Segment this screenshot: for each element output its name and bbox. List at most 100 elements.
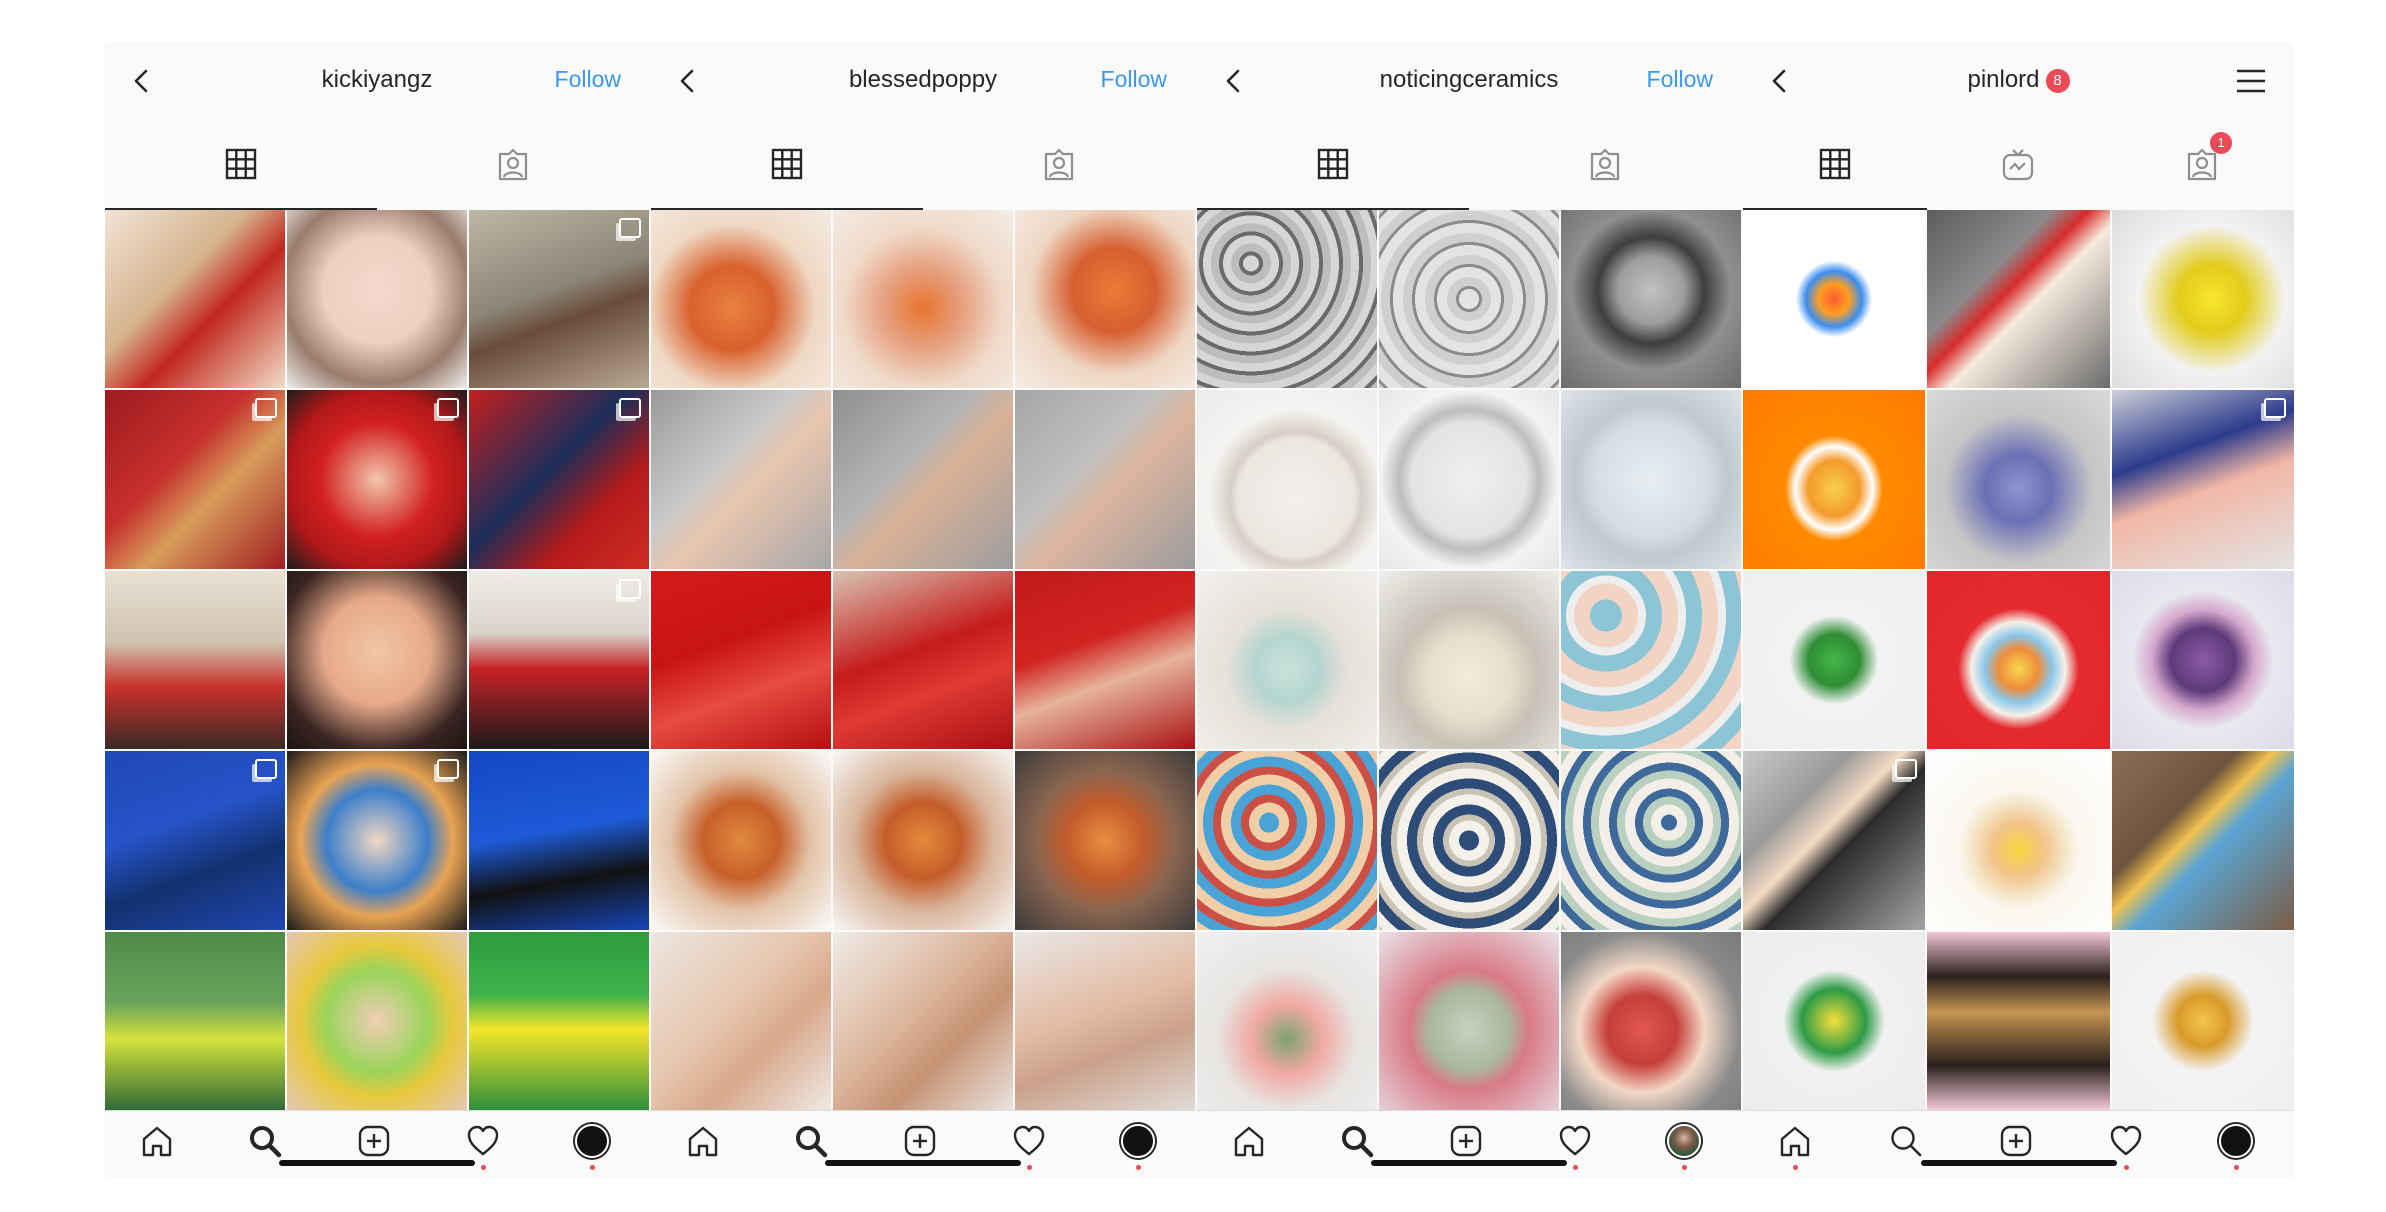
post-thumbnail[interactable] <box>1561 751 1741 930</box>
nav-profile[interactable] <box>2218 1123 2254 1170</box>
post-thumbnail[interactable] <box>1561 390 1741 569</box>
tab-tagged[interactable] <box>377 120 649 210</box>
post-thumbnail[interactable] <box>651 931 831 1110</box>
nav-add[interactable] <box>902 1123 938 1159</box>
follow-button[interactable]: Follow <box>1101 66 1167 93</box>
post-thumbnail[interactable] <box>1015 390 1195 569</box>
nav-activity[interactable] <box>1011 1123 1047 1170</box>
hamburger-menu-icon[interactable] <box>2236 68 2266 94</box>
post-thumbnail[interactable] <box>1197 210 1377 389</box>
post-thumbnail[interactable] <box>2111 210 2294 389</box>
nav-search[interactable] <box>247 1123 283 1159</box>
tab-grid[interactable] <box>651 120 923 210</box>
post-thumbnail[interactable] <box>1927 390 2110 569</box>
post-thumbnail[interactable] <box>105 390 285 569</box>
follow-button[interactable]: Follow <box>1647 66 1713 93</box>
nav-home[interactable] <box>1777 1123 1813 1170</box>
nav-profile[interactable] <box>1120 1123 1156 1170</box>
post-thumbnail[interactable] <box>833 751 1013 930</box>
post-thumbnail[interactable] <box>1927 570 2110 750</box>
post-thumbnail[interactable] <box>651 570 831 750</box>
post-thumbnail[interactable] <box>833 210 1013 389</box>
post-thumbnail[interactable] <box>1743 570 1926 750</box>
nav-activity[interactable] <box>465 1123 501 1170</box>
post-thumbnail[interactable] <box>833 931 1013 1110</box>
post-thumbnail[interactable] <box>833 390 1013 569</box>
post-thumbnail[interactable] <box>1015 931 1195 1110</box>
follow-button[interactable]: Follow <box>555 66 621 93</box>
post-thumbnail[interactable] <box>1015 751 1195 930</box>
nav-add[interactable] <box>356 1123 392 1159</box>
nav-add[interactable] <box>1448 1123 1484 1159</box>
tab-grid[interactable] <box>1743 120 1927 210</box>
post-thumbnail[interactable] <box>1927 931 2110 1110</box>
nav-home[interactable] <box>1231 1123 1267 1159</box>
nav-activity[interactable] <box>1557 1123 1593 1170</box>
post-thumbnail[interactable] <box>1197 751 1377 930</box>
tab-grid[interactable] <box>1197 120 1469 210</box>
multi-photo-icon <box>619 578 641 599</box>
post-thumbnail[interactable] <box>105 210 285 389</box>
post-thumbnail[interactable] <box>1561 931 1741 1110</box>
post-thumbnail[interactable] <box>1379 210 1559 389</box>
post-thumbnail[interactable] <box>1561 570 1741 750</box>
nav-home[interactable] <box>685 1123 721 1159</box>
post-thumbnail[interactable] <box>651 210 831 389</box>
tab-tagged[interactable]: 1 <box>2110 120 2294 210</box>
username-text: kickiyangz <box>321 66 433 93</box>
post-thumbnail[interactable] <box>1015 210 1195 389</box>
post-thumbnail[interactable] <box>1927 751 2110 930</box>
profile-tabs: 1 <box>1743 120 2294 210</box>
post-thumbnail[interactable] <box>1743 931 1926 1110</box>
post-thumbnail[interactable] <box>469 570 649 750</box>
post-thumbnail[interactable] <box>1743 210 1926 389</box>
post-thumbnail[interactable] <box>287 570 467 750</box>
post-thumbnail[interactable] <box>1743 390 1926 569</box>
post-thumbnail[interactable] <box>651 751 831 930</box>
post-thumbnail[interactable] <box>1743 751 1926 930</box>
post-thumbnail[interactable] <box>469 390 649 569</box>
nav-activity[interactable] <box>2108 1123 2144 1170</box>
post-thumbnail[interactable] <box>1379 931 1559 1110</box>
post-thumbnail[interactable] <box>2111 570 2294 750</box>
tab-grid[interactable] <box>105 120 377 210</box>
post-thumbnail[interactable] <box>1927 210 2110 389</box>
nav-add[interactable] <box>1998 1123 2034 1159</box>
tagged-person-icon <box>2185 148 2219 182</box>
post-thumbnail[interactable] <box>287 751 467 930</box>
post-thumbnail[interactable] <box>2111 931 2294 1110</box>
tagged-person-icon <box>1588 148 1622 182</box>
post-thumbnail[interactable] <box>469 210 649 389</box>
nav-profile[interactable] <box>1666 1123 1702 1170</box>
post-thumbnail[interactable] <box>1015 570 1195 750</box>
post-thumbnail[interactable] <box>105 751 285 930</box>
post-thumbnail[interactable] <box>105 570 285 750</box>
post-thumbnail[interactable] <box>651 390 831 569</box>
post-thumbnail[interactable] <box>1197 390 1377 569</box>
post-thumbnail[interactable] <box>1379 390 1559 569</box>
post-thumbnail[interactable] <box>1379 751 1559 930</box>
post-thumbnail[interactable] <box>287 390 467 569</box>
nav-profile[interactable] <box>574 1123 610 1170</box>
nav-search[interactable] <box>1888 1123 1924 1159</box>
nav-search[interactable] <box>793 1123 829 1159</box>
tab-tagged[interactable] <box>923 120 1195 210</box>
post-thumbnail[interactable] <box>469 751 649 930</box>
post-thumbnail[interactable] <box>287 210 467 389</box>
tab-tagged[interactable] <box>1469 120 1741 210</box>
post-thumbnail[interactable] <box>1197 931 1377 1110</box>
nav-search[interactable] <box>1339 1123 1375 1159</box>
multi-photo-icon <box>619 398 641 419</box>
post-thumbnail[interactable] <box>2111 390 2294 569</box>
nav-home[interactable] <box>139 1123 175 1159</box>
post-thumbnail[interactable] <box>1379 570 1559 750</box>
post-thumbnail[interactable] <box>833 570 1013 750</box>
post-thumbnail[interactable] <box>1561 210 1741 389</box>
post-thumbnail[interactable] <box>105 931 285 1110</box>
post-thumbnail[interactable] <box>1197 570 1377 750</box>
post-thumbnail[interactable] <box>469 931 649 1110</box>
post-thumbnail[interactable] <box>2111 751 2294 930</box>
heart-icon <box>2109 1124 2143 1158</box>
post-thumbnail[interactable] <box>287 931 467 1110</box>
tab-igtv[interactable] <box>1927 120 2111 210</box>
